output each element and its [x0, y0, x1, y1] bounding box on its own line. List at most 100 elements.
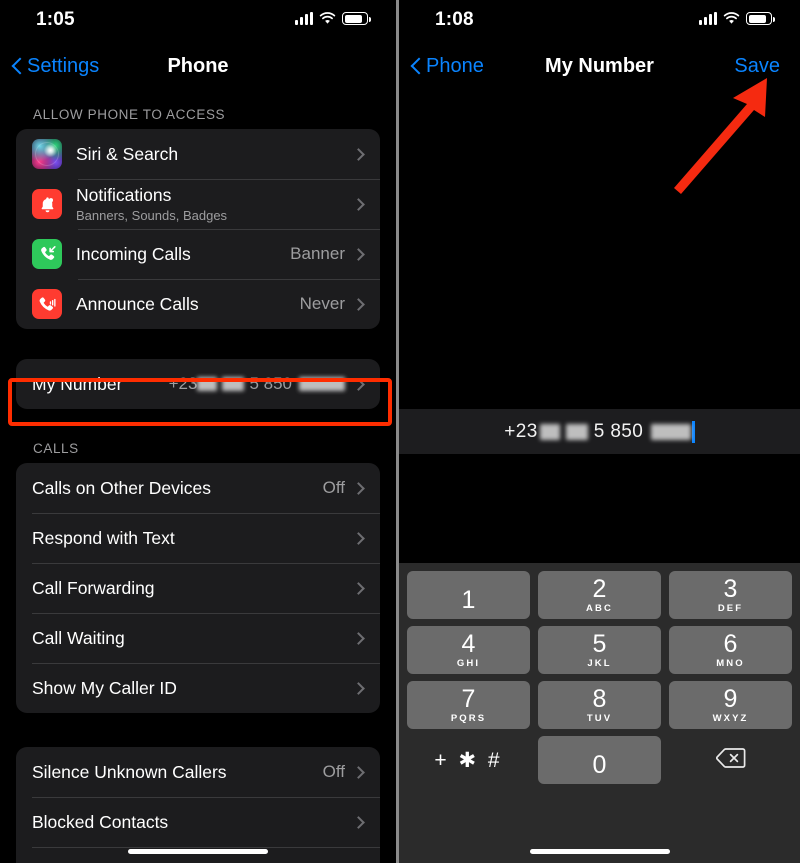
keypad-key-7[interactable]: 7 PQRS — [407, 681, 530, 729]
row-title: Call Waiting — [32, 627, 125, 648]
backspace-delete-icon — [715, 747, 746, 774]
settings-row-respond-with-text[interactable]: Respond with Text — [16, 513, 380, 563]
row-value: Never — [299, 294, 345, 313]
settings-group-call-blocking: Silence Unknown Callers Off Blocked Cont… — [16, 747, 380, 863]
nav-bar-left: Settings Phone — [0, 40, 396, 92]
key-symbols-label: + ✱ # — [434, 748, 503, 772]
settings-row-notifications[interactable]: Notifications Banners, Sounds, Badges — [16, 179, 380, 229]
section-header-calls: CALLS — [33, 441, 79, 456]
keypad-key-symbols[interactable]: + ✱ # — [407, 736, 530, 784]
settings-group-my-number: My Number +23 5 850 — [16, 359, 380, 409]
keypad-row-2: 4 GHI 5 JKL 6 MNO — [407, 626, 792, 674]
chevron-right-icon — [352, 377, 365, 391]
bell-icon — [32, 189, 62, 219]
chevron-right-icon — [352, 815, 365, 829]
home-indicator — [529, 849, 670, 854]
row-title: Call Forwarding — [32, 577, 155, 598]
chevron-right-icon — [352, 247, 365, 261]
settings-row-call-forwarding[interactable]: Call Forwarding — [16, 563, 380, 613]
settings-row-siri-and-search[interactable]: Siri & Search — [16, 129, 380, 179]
key-letters: PQRS — [450, 712, 487, 724]
battery-icon — [746, 12, 775, 25]
key-digit: 5 — [592, 629, 607, 658]
key-letters: GHI — [456, 657, 481, 669]
my-number-value: +23 5 850 — [169, 374, 345, 394]
keypad-key-6[interactable]: 6 MNO — [669, 626, 792, 674]
battery-icon — [342, 12, 371, 25]
settings-group-allow-access: Siri & Search Notifications Banners, Sou… — [16, 129, 380, 329]
row-title: My Number — [32, 373, 123, 394]
nav-bar-right: Phone My Number Save — [399, 40, 800, 92]
status-icons — [295, 12, 371, 25]
key-letters: DEF — [717, 602, 744, 614]
keypad-key-1[interactable]: 1 — [407, 571, 530, 619]
settings-row-incoming-calls[interactable]: Incoming Calls Banner — [16, 229, 380, 279]
row-title: Announce Calls — [76, 293, 199, 314]
wifi-icon — [723, 12, 740, 25]
status-time: 1:08 — [435, 9, 474, 30]
row-title: Silence Unknown Callers — [32, 761, 227, 782]
chevron-right-icon — [352, 197, 365, 211]
settings-row-announce-calls[interactable]: Announce Calls Never — [16, 279, 380, 329]
key-digit: 7 — [461, 684, 476, 713]
keypad-key-2[interactable]: 2 ABC — [538, 571, 661, 619]
my-number-input[interactable]: +23 5 850 — [399, 409, 800, 454]
section-my-number: My Number +23 5 850 — [0, 359, 396, 409]
row-value: Off — [322, 762, 345, 781]
chevron-right-icon — [352, 631, 365, 645]
key-digit: 3 — [723, 574, 738, 603]
row-title: Show My Caller ID — [32, 677, 177, 698]
section-calls: CALLS Calls on Other Devices Off Respond… — [0, 441, 396, 713]
settings-group-calls: Calls on Other Devices Off Respond with … — [16, 463, 380, 713]
chevron-right-icon — [352, 147, 365, 161]
page-title: Phone — [167, 54, 229, 77]
save-button[interactable]: Save — [734, 40, 780, 92]
keypad-key-8[interactable]: 8 TUV — [538, 681, 661, 729]
row-title: Notifications — [76, 184, 172, 205]
chevron-right-icon — [352, 681, 365, 695]
keypad-row-3: 7 PQRS 8 TUV 9 WXYZ — [407, 681, 792, 729]
settings-row-blocked-contacts[interactable]: Blocked Contacts — [16, 797, 380, 847]
row-title: Siri & Search — [76, 143, 179, 164]
my-number-input-value: +23 5 850 — [504, 420, 695, 443]
chevron-right-icon — [352, 297, 365, 311]
key-digit: 6 — [723, 629, 738, 658]
keypad-row-4: + ✱ # 0 — [407, 736, 792, 784]
key-letters: TUV — [586, 712, 613, 724]
row-value: Banner — [290, 244, 345, 263]
section-allow-access: ALLOW PHONE TO ACCESS Siri & Search Noti… — [0, 107, 396, 329]
chevron-right-icon — [352, 581, 365, 595]
settings-row-show-my-caller-id[interactable]: Show My Caller ID — [16, 663, 380, 713]
chevron-right-icon — [352, 531, 365, 545]
status-time: 1:05 — [36, 9, 75, 30]
key-digit: 9 — [723, 684, 738, 713]
settings-row-call-waiting[interactable]: Call Waiting — [16, 613, 380, 663]
left-phone-screen: 1:05 Settings Phone ALLOW PHONE TO ACCES… — [0, 0, 396, 863]
chevron-right-icon — [352, 481, 365, 495]
section-call-blocking: Silence Unknown Callers Off Blocked Cont… — [0, 747, 396, 863]
keypad-row-1: 1 2 ABC 3 DEF — [407, 571, 792, 619]
keypad-key-3[interactable]: 3 DEF — [669, 571, 792, 619]
incoming-call-icon — [32, 239, 62, 269]
key-letters: MNO — [716, 657, 745, 669]
row-subtitle: Banners, Sounds, Badges — [76, 207, 228, 223]
keypad-key-4[interactable]: 4 GHI — [407, 626, 530, 674]
section-header-allow-access: ALLOW PHONE TO ACCESS — [33, 107, 226, 122]
settings-row-silence-unknown-callers[interactable]: Silence Unknown Callers Off — [16, 747, 380, 797]
settings-row-my-number[interactable]: My Number +23 5 850 — [16, 359, 380, 409]
status-icons — [699, 12, 775, 25]
keypad-key-9[interactable]: 9 WXYZ — [669, 681, 792, 729]
wifi-icon — [319, 12, 336, 25]
row-value: Off — [322, 478, 345, 497]
cellular-bars-icon — [295, 12, 313, 25]
keypad-key-delete[interactable] — [669, 736, 792, 784]
home-indicator — [128, 849, 268, 854]
keypad-key-0[interactable]: 0 — [538, 736, 661, 784]
row-title: Blocked Contacts — [32, 811, 169, 832]
settings-row-calls-on-other-devices[interactable]: Calls on Other Devices Off — [16, 463, 380, 513]
key-digit: 2 — [592, 574, 607, 603]
row-title: Calls on Other Devices — [32, 477, 211, 498]
row-title: Respond with Text — [32, 527, 175, 548]
keypad-key-5[interactable]: 5 JKL — [538, 626, 661, 674]
text-cursor — [692, 420, 695, 443]
